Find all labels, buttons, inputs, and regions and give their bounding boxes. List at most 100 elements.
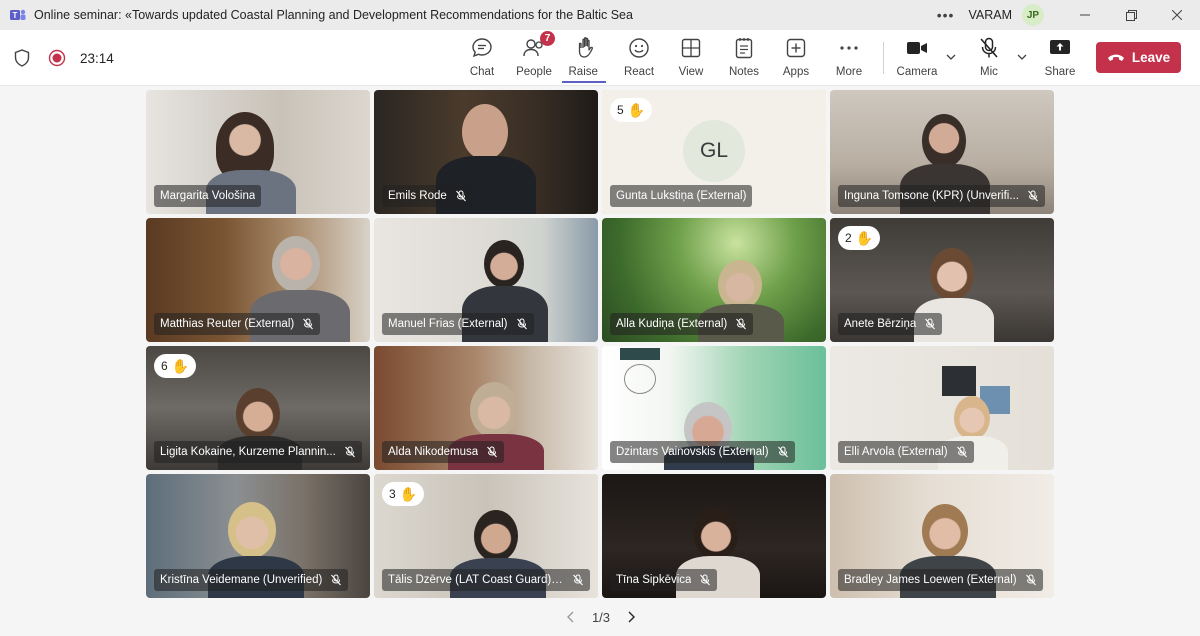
participant-tile[interactable]: Matthias Reuter (External) [146, 218, 370, 342]
camera-label: Camera [896, 66, 938, 78]
minimize-icon [1080, 14, 1090, 16]
camera-button[interactable]: Camera [890, 36, 944, 82]
mic-muted-icon [1025, 574, 1036, 586]
smiley-icon [629, 38, 649, 58]
participant-tile[interactable]: Bradley James Loewen (External) [830, 474, 1054, 598]
video-stage: Margarita Vološina Emils Rode GL 5 ✋ Gunt… [0, 86, 1200, 636]
participant-name: Matthias Reuter (External) [160, 318, 295, 330]
raised-hand-badge: 6 ✋ [154, 354, 197, 378]
chevron-right-icon[interactable] [626, 610, 636, 624]
mic-muted-icon [331, 574, 342, 586]
raise-label: Raise [569, 66, 606, 83]
participant-nameplate: Anete Bērziņa [838, 313, 943, 335]
mic-muted-icon [1028, 190, 1038, 202]
shield-icon[interactable] [14, 49, 30, 67]
close-icon [1172, 10, 1182, 20]
raised-hand-badge: 5 ✋ [610, 98, 653, 122]
people-count-badge: 7 [540, 31, 555, 46]
raise-order: 2 [845, 231, 852, 245]
participant-tile[interactable]: Dzintars Vainovskis (External) [602, 346, 826, 470]
leave-label: Leave [1131, 50, 1171, 65]
participant-tile[interactable]: Elli Arvola (External) [830, 346, 1054, 470]
participant-tile[interactable]: 6 ✋ Ligita Kokaine, Kurzeme Plannin... [146, 346, 370, 470]
more-button[interactable]: More [822, 36, 876, 82]
meeting-timer: 23:14 [80, 50, 114, 66]
participant-nameplate: Manuel Frias (External) [382, 313, 534, 335]
participant-tile[interactable]: Tīna Šipkēvica [602, 474, 826, 598]
mic-muted-icon [455, 190, 466, 202]
react-label: React [623, 66, 655, 78]
participant-name: Dzintars Vainovskis (External) [616, 446, 769, 458]
camera-icon [907, 42, 927, 54]
participant-tile[interactable]: Margarita Vološina [146, 90, 370, 214]
mic-muted-icon [777, 446, 788, 458]
more-icon [840, 46, 858, 50]
camera-options-chevron-icon[interactable] [944, 50, 958, 64]
mic-muted-icon [487, 446, 498, 458]
avatar[interactable]: JP [1022, 4, 1044, 26]
toolbar-divider [883, 42, 884, 74]
participant-nameplate: Inguna Tomsone (KPR) (Unverifi... [838, 185, 1045, 207]
apps-label: Apps [782, 66, 810, 78]
participant-nameplate: Alda Nikodemusa [382, 441, 505, 463]
participant-tile[interactable]: Emils Rode [374, 90, 598, 214]
window-title: Online seminar: «Towards updated Coastal… [34, 8, 634, 22]
participant-tile[interactable]: Alda Nikodemusa [374, 346, 598, 470]
share-screen-icon [1050, 40, 1070, 54]
org-name[interactable]: VARAM [968, 8, 1012, 22]
raise-hand-button[interactable]: Raise [560, 36, 614, 82]
raised-hand-badge: 3 ✋ [382, 482, 425, 506]
meeting-toolbar: 23:14 Chat 7 People Raise React View Not… [0, 30, 1200, 86]
participant-name: Kristīna Veidemane (Unverified) [160, 574, 323, 586]
participant-tile[interactable]: Kristīna Veidemane (Unverified) [146, 474, 370, 598]
participant-name: Tīna Šipkēvica [616, 574, 692, 586]
participant-name: Inguna Tomsone (KPR) (Unverifi... [844, 190, 1019, 202]
teams-logo-icon: T [10, 9, 26, 20]
chat-label: Chat [469, 66, 495, 78]
mic-muted-icon [736, 318, 747, 330]
share-button[interactable]: Share [1033, 36, 1087, 82]
participant-tile[interactable]: Inguna Tomsone (KPR) (Unverifi... [830, 90, 1054, 214]
participant-tile[interactable]: 3 ✋ Tālis Dzērve (LAT Coast Guard) (... [374, 474, 598, 598]
restore-button[interactable] [1108, 0, 1154, 30]
participant-name: Bradley James Loewen (External) [844, 574, 1017, 586]
participant-nameplate: Ligita Kokaine, Kurzeme Plannin... [154, 441, 362, 463]
participant-tile[interactable]: Alla Kudiņa (External) [602, 218, 826, 342]
participant-name: Anete Bērziņa [844, 318, 917, 330]
chat-icon [472, 38, 492, 58]
mic-button[interactable]: Mic [962, 36, 1016, 82]
chat-button[interactable]: Chat [455, 36, 509, 82]
minimize-button[interactable] [1062, 0, 1108, 30]
more-options-icon[interactable]: ••• [937, 7, 955, 23]
people-button[interactable]: 7 People [507, 31, 561, 82]
mic-muted-icon [925, 318, 936, 330]
participant-nameplate: Emils Rode [382, 185, 473, 207]
notes-button[interactable]: Notes [717, 36, 771, 82]
leave-button[interactable]: Leave [1096, 42, 1181, 73]
chevron-left-icon[interactable] [566, 610, 576, 624]
close-button[interactable] [1154, 0, 1200, 30]
raise-order: 6 [161, 359, 168, 373]
recording-icon [48, 49, 66, 67]
hand-icon: ✋ [399, 485, 418, 502]
participant-tile[interactable]: GL 5 ✋ Gunta Lukstiņa (External) [602, 90, 826, 214]
participant-nameplate: Kristīna Veidemane (Unverified) [154, 569, 349, 591]
mic-options-chevron-icon[interactable] [1015, 50, 1029, 64]
view-button[interactable]: View [664, 36, 718, 82]
mic-muted-icon [700, 574, 711, 586]
apps-button[interactable]: Apps [769, 36, 823, 82]
participant-nameplate: Matthias Reuter (External) [154, 313, 321, 335]
participant-tile[interactable]: Manuel Frias (External) [374, 218, 598, 342]
participant-tile[interactable]: 2 ✋ Anete Bērziņa [830, 218, 1054, 342]
participant-name: Ligita Kokaine, Kurzeme Plannin... [160, 446, 336, 458]
participant-nameplate: Alla Kudiņa (External) [610, 313, 754, 335]
react-button[interactable]: React [612, 36, 666, 82]
participant-nameplate: Gunta Lukstiņa (External) [610, 185, 753, 207]
mic-muted-icon [980, 37, 998, 58]
raise-hand-icon [578, 37, 593, 58]
participant-nameplate: Bradley James Loewen (External) [838, 569, 1043, 591]
svg-text:T: T [13, 11, 18, 20]
hang-up-icon [1107, 54, 1124, 61]
participant-initials-avatar: GL [683, 120, 745, 182]
view-label: View [678, 66, 704, 78]
